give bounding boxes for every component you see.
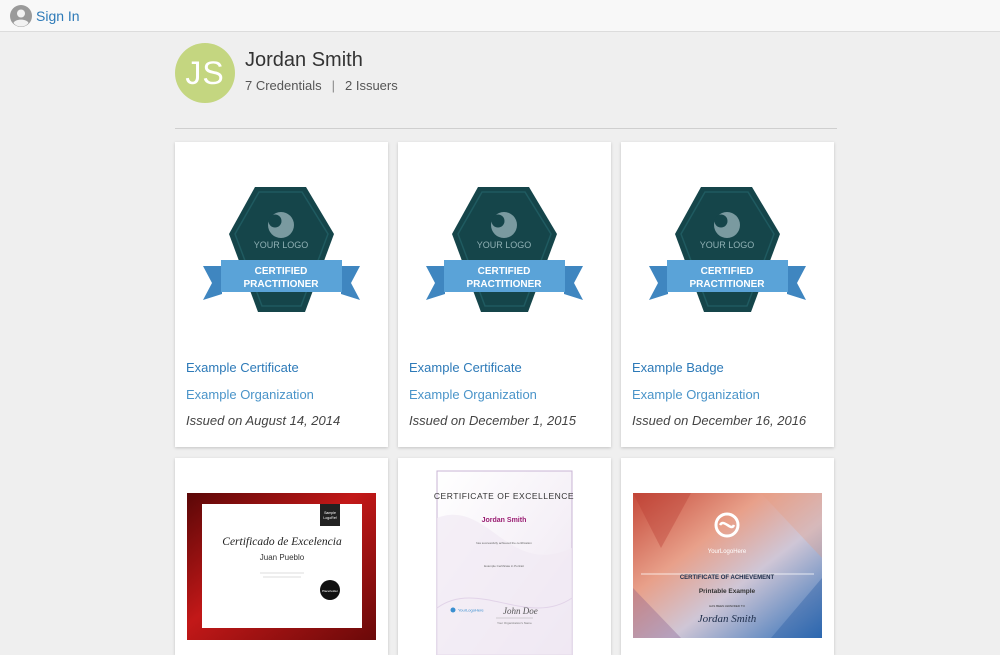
profile-stats: 7 Credentials | 2 Issuers <box>245 78 398 93</box>
badge-logo-text: YOUR LOGO <box>700 240 755 250</box>
issuers-count: 2 Issuers <box>345 78 398 93</box>
credential-issuer-link[interactable]: Example Organization <box>186 387 314 402</box>
certificate-image: Sample LogoRef Certificado de Excelencia… <box>187 493 376 640</box>
badge-image: YOUR LOGO CERTIFIED PRACTITIONER <box>649 187 806 312</box>
cert-logo-text: YourLogoHere <box>458 608 484 613</box>
credential-issue-date: Issued on December 16, 2016 <box>632 413 807 428</box>
credential-title-link[interactable]: Example Badge <box>632 360 724 375</box>
badge-ribbon-line2: PRACTITIONER <box>690 279 766 290</box>
cert-seal-text: Placeholder <box>322 589 338 593</box>
cert-signature: John Doe <box>503 606 538 616</box>
cert-title: CERTIFICATE OF ACHIEVEMENT <box>680 575 775 581</box>
credential-title-link[interactable]: Example Certificate <box>409 360 522 375</box>
top-bar: Sign In <box>0 0 1000 32</box>
cert-recipient: Jordan Smith <box>698 613 757 625</box>
badge-ribbon-line1: CERTIFIED <box>478 266 531 277</box>
cert-subtitle: Printable Example <box>699 588 756 595</box>
cert-signer-title: Your Organization's Name <box>497 621 532 625</box>
badge-ribbon-line1: CERTIFIED <box>255 266 308 277</box>
certificate-image: CERTIFICATE OF EXCELLENCE Jordan Smith h… <box>434 470 574 655</box>
cert-line1: has successfully achieved the certificat… <box>476 541 532 545</box>
badge-logo-text: YOUR LOGO <box>254 240 309 250</box>
credential-issue-date: Issued on December 1, 2015 <box>409 413 576 428</box>
sign-in-button[interactable]: Sign In <box>10 5 80 27</box>
avatar: JS <box>175 43 235 103</box>
cert-line2: Example Certificate in Portrait <box>484 564 524 568</box>
badge-ribbon-line2: PRACTITIONER <box>244 279 320 290</box>
cert-recipient: Juan Pueblo <box>260 553 305 562</box>
credential-issuer-link[interactable]: Example Organization <box>632 387 760 402</box>
credential-card[interactable]: CERTIFICATE OF EXCELLENCE Jordan Smith h… <box>398 458 611 655</box>
cert-logo-text: YourLogoHere <box>708 549 747 555</box>
credential-card[interactable]: Sample LogoRef Certificado de Excelencia… <box>175 458 388 655</box>
user-avatar-icon <box>10 5 32 27</box>
sign-in-label: Sign In <box>36 8 80 24</box>
cert-tag-line2: LogoRef <box>323 516 336 520</box>
certificate-image: YourLogoHere CERTIFICATE OF ACHIEVEMENT … <box>633 493 822 638</box>
profile-header: JS Jordan Smith 7 Credentials | 2 Issuer… <box>175 43 837 129</box>
credential-card[interactable]: YourLogoHere CERTIFICATE OF ACHIEVEMENT … <box>621 458 834 655</box>
cert-line: HAS BEEN AWARDED TO <box>709 604 746 608</box>
cert-tag-line1: Sample <box>324 511 336 515</box>
profile-name: Jordan Smith <box>245 49 363 71</box>
cert-title: Certificado de Excelencia <box>222 536 342 548</box>
credential-issuer-link[interactable]: Example Organization <box>409 387 537 402</box>
badge-ribbon-line2: PRACTITIONER <box>467 279 543 290</box>
badge-ribbon-line1: CERTIFIED <box>701 266 754 277</box>
credential-issue-date: Issued on August 14, 2014 <box>186 413 341 428</box>
cert-recipient: Jordan Smith <box>482 517 527 524</box>
credential-card[interactable]: YOUR LOGO CERTIFIED PRACTITIONER Example… <box>175 142 388 447</box>
badge-image: YOUR LOGO CERTIFIED PRACTITIONER <box>203 187 360 312</box>
credential-card[interactable]: YOUR LOGO CERTIFIED PRACTITIONER Example… <box>621 142 834 447</box>
credential-title-link[interactable]: Example Certificate <box>186 360 299 375</box>
cert-title: CERTIFICATE OF EXCELLENCE <box>434 491 574 501</box>
badge-logo-text: YOUR LOGO <box>477 240 532 250</box>
credential-card[interactable]: YOUR LOGO CERTIFIED PRACTITIONER Example… <box>398 142 611 447</box>
stats-separator: | <box>331 78 335 93</box>
badge-image: YOUR LOGO CERTIFIED PRACTITIONER <box>426 187 583 312</box>
credentials-count: 7 Credentials <box>245 78 322 93</box>
